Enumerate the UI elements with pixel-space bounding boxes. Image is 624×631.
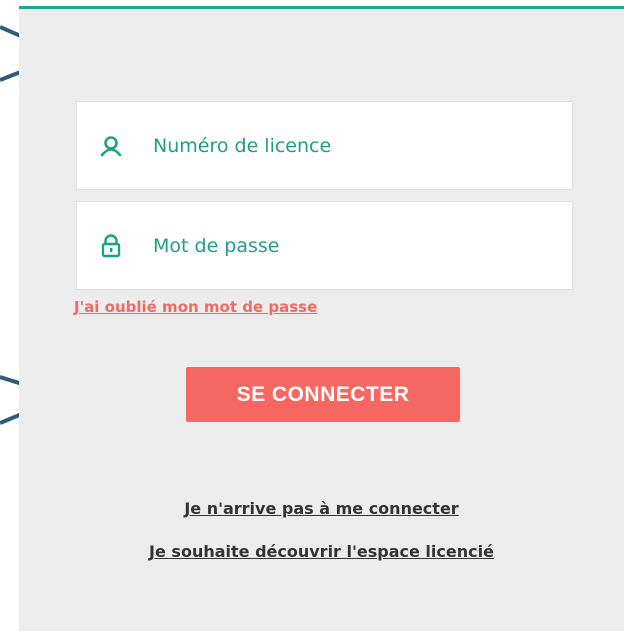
login-stage: Numéro de licence Mot de passe J'ai oubl… [0,0,624,631]
user-icon [100,135,122,157]
discover-licensee-space-link[interactable]: Je souhaite découvrir l'espace licencié [19,542,624,561]
cannot-connect-link[interactable]: Je n'arrive pas à me connecter [19,499,624,518]
password-placeholder: Mot de passe [153,234,280,257]
lock-icon [100,233,122,257]
connect-button[interactable]: SE CONNECTER [186,367,460,422]
login-panel: Numéro de licence Mot de passe J'ai oubl… [19,6,624,631]
password-field[interactable]: Mot de passe [76,201,573,290]
licence-number-placeholder: Numéro de licence [153,134,332,157]
licence-number-field[interactable]: Numéro de licence [76,101,573,190]
forgot-password-link[interactable]: J'ai oublié mon mot de passe [74,298,317,316]
